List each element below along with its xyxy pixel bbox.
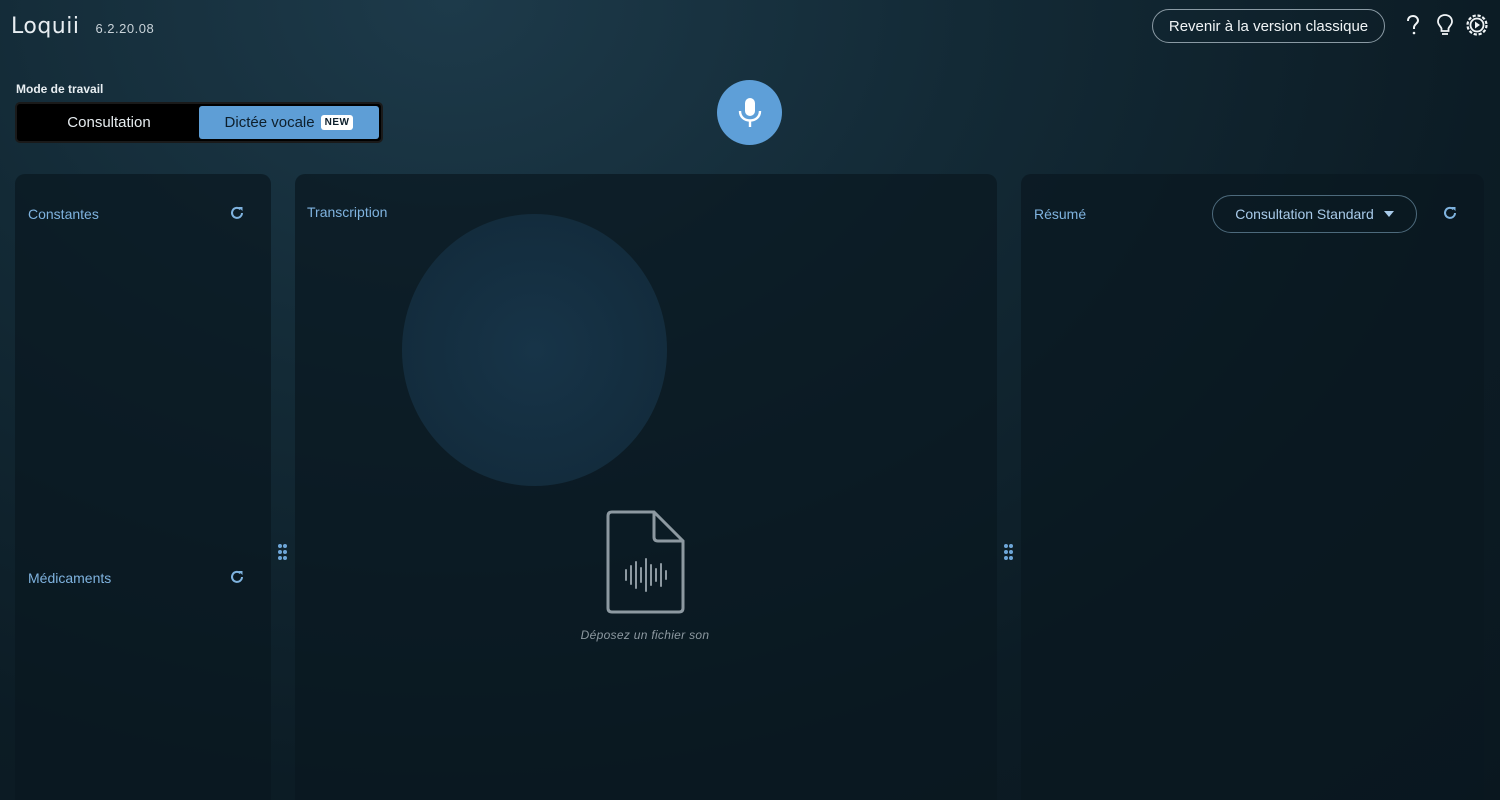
app-logo: Loquii 6.2.20.08 [11, 14, 154, 39]
resume-title: Résumé [1034, 206, 1087, 222]
recording-visualizer [402, 214, 667, 486]
constantes-title: Constantes [28, 206, 99, 222]
refresh-constantes-icon[interactable] [229, 205, 247, 223]
work-mode-toggle: Consultation Dictée vocale NEW [15, 102, 383, 143]
audio-drop-zone[interactable]: Déposez un fichier son [555, 509, 735, 642]
medicaments-title: Médicaments [28, 570, 112, 586]
drop-zone-label: Déposez un fichier son [580, 628, 710, 642]
new-badge: NEW [320, 115, 354, 130]
mode-consultation-label: Consultation [67, 114, 151, 131]
summary-template-value: Consultation Standard [1235, 206, 1374, 222]
chevron-down-icon [1383, 211, 1394, 217]
settings-icon[interactable] [1464, 12, 1490, 38]
vitals-medications-panel: Constantes Médicaments [15, 174, 271, 800]
refresh-resume-icon[interactable] [1442, 205, 1460, 223]
resize-handle-left[interactable] [278, 544, 288, 562]
resize-handle-right[interactable] [1004, 544, 1014, 562]
audio-file-icon [606, 510, 685, 614]
transcription-title: Transcription [307, 204, 388, 220]
lightbulb-icon[interactable] [1432, 12, 1458, 38]
work-mode-label: Mode de travail [16, 82, 104, 96]
classic-version-button[interactable]: Revenir à la version classique [1152, 9, 1385, 43]
logo-text: Loquii [11, 14, 80, 39]
mode-dictation-option[interactable]: Dictée vocale NEW [199, 106, 379, 139]
mode-dictation-label: Dictée vocale [224, 114, 315, 131]
summary-panel: Résumé Consultation Standard [1021, 174, 1484, 800]
refresh-medicaments-icon[interactable] [229, 569, 247, 587]
summary-template-dropdown[interactable]: Consultation Standard [1212, 195, 1417, 233]
help-icon[interactable] [1400, 12, 1426, 38]
header-icons [1400, 12, 1490, 38]
transcription-panel: Transcription Déposez un fichier son [295, 174, 997, 800]
app-version: 6.2.20.08 [95, 21, 155, 36]
mode-consultation-option[interactable]: Consultation [19, 106, 199, 139]
record-microphone-button[interactable] [717, 80, 782, 145]
microphone-icon [738, 97, 761, 127]
